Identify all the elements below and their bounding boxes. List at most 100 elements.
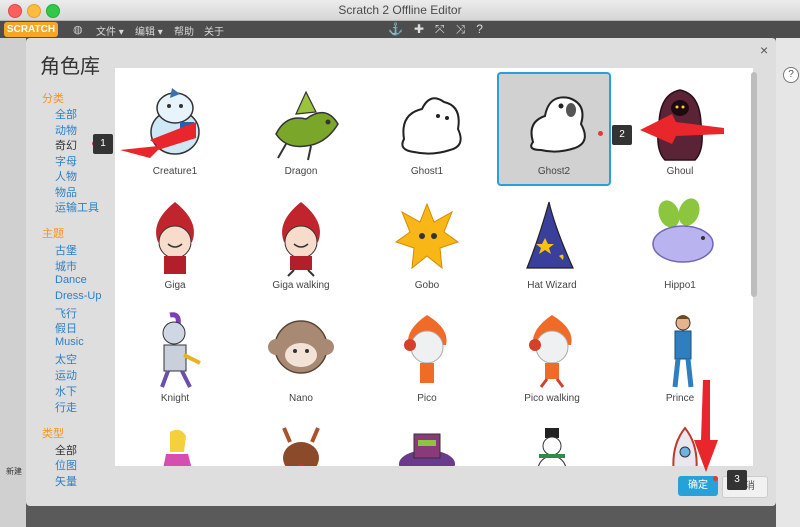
title-bar: Scratch 2 Offline Editor bbox=[0, 0, 800, 21]
sprite-tile-hippo1[interactable]: Hippo1 bbox=[625, 188, 735, 298]
sprite-tile-rocket[interactable] bbox=[625, 414, 735, 466]
theme-sports[interactable]: 运动 bbox=[55, 367, 77, 383]
theme-underwater[interactable]: 水下 bbox=[55, 383, 77, 399]
category-animals[interactable]: 动物 bbox=[55, 122, 77, 138]
nano-thumbnail-icon bbox=[268, 320, 334, 374]
annotation-badge-1: 1 bbox=[93, 134, 113, 154]
theme-space[interactable]: 太空 bbox=[55, 351, 77, 367]
sprite-name: Giga bbox=[164, 280, 186, 291]
category-heading: 分类 bbox=[42, 93, 64, 105]
sprite-grid: Creature1 Dragon Ghost1 Ghost2 Ghoul Gig… bbox=[115, 68, 753, 466]
sprite-name: Prince bbox=[665, 393, 695, 404]
dragon-thumbnail-icon bbox=[275, 90, 339, 161]
gobo-thumbnail-icon bbox=[394, 202, 460, 270]
type-vector[interactable]: 矢量 bbox=[55, 473, 77, 489]
sprite-name: Ghost2 bbox=[537, 166, 571, 177]
ghost2-thumbnail-icon bbox=[530, 96, 586, 153]
category-all[interactable]: 全部 bbox=[55, 106, 77, 122]
annotation-badge-2: 2 bbox=[612, 125, 632, 145]
sprite-tile-princess[interactable] bbox=[120, 414, 230, 466]
type-heading: 类型 bbox=[42, 428, 64, 440]
annotation-badge-3: 3 bbox=[727, 470, 747, 490]
sprite-tile-pico[interactable]: Pico bbox=[372, 301, 482, 411]
sprite-tile-knight[interactable]: Knight bbox=[120, 301, 230, 411]
category-transportation[interactable]: 运输工具 bbox=[55, 199, 99, 215]
sprite-name: Pico walking bbox=[524, 393, 580, 404]
sprite-tile-gobo[interactable]: Gobo bbox=[372, 188, 482, 298]
theme-heading: 主题 bbox=[42, 228, 64, 240]
category-fantasy[interactable]: 奇幻 bbox=[55, 137, 77, 153]
menu-edit[interactable]: 编辑 ▾ bbox=[135, 23, 163, 38]
theme-dance[interactable]: Dance bbox=[55, 274, 87, 286]
ghoul-thumbnail-icon bbox=[657, 89, 703, 161]
sprite-name: Hat Wizard bbox=[527, 280, 577, 291]
sprite-tile-ghost2[interactable]: Ghost2 bbox=[497, 72, 611, 186]
theme-castle[interactable]: 古堡 bbox=[55, 242, 77, 258]
sprite-tile-reindeer[interactable] bbox=[246, 414, 356, 466]
close-icon[interactable]: × bbox=[760, 42, 768, 58]
sprite-name: Ghost1 bbox=[410, 166, 444, 177]
sprite-tile-dragon[interactable]: Dragon bbox=[246, 74, 356, 184]
category-letters[interactable]: 字母 bbox=[55, 153, 77, 169]
annotation-dot-2 bbox=[598, 131, 603, 136]
reindeer-thumbnail-icon bbox=[282, 427, 320, 466]
menu-file[interactable]: 文件 ▾ bbox=[96, 23, 124, 38]
theme-music[interactable]: Music bbox=[55, 336, 84, 348]
sprite-tile-prince[interactable]: Prince bbox=[625, 301, 735, 411]
category-people[interactable]: 人物 bbox=[55, 168, 77, 184]
toolbar-icons[interactable]: ⚓✚⤧⤨? bbox=[388, 22, 494, 37]
theme-holiday[interactable]: 假日 bbox=[55, 320, 77, 336]
ghost1-thumbnail-icon bbox=[401, 97, 462, 155]
sprite-name: Knight bbox=[160, 393, 190, 404]
sprite-tile-hat-wizard[interactable]: Hat Wizard bbox=[497, 188, 607, 298]
rocket-thumbnail-icon bbox=[672, 426, 698, 466]
sprite-grid-scrollbar[interactable] bbox=[751, 72, 757, 297]
sprite-tile-ghost1[interactable]: Ghost1 bbox=[372, 74, 482, 184]
sprite-name: Pico bbox=[417, 393, 437, 404]
sprite-name: Gobo bbox=[414, 280, 440, 291]
sprite-tile-giga[interactable]: Giga bbox=[120, 188, 230, 298]
sprite-tile-ghoul[interactable]: Ghoul bbox=[625, 74, 735, 184]
globe-icon[interactable]: ◍ bbox=[73, 23, 83, 36]
pico-walking-thumbnail-icon bbox=[529, 315, 572, 388]
theme-walking[interactable]: 行走 bbox=[55, 399, 77, 415]
sprite-tile-pico-walking[interactable]: Pico walking bbox=[497, 301, 607, 411]
sprite-name: Creature1 bbox=[152, 166, 198, 177]
dialog-title: 角色库 bbox=[40, 56, 100, 78]
giga-walking-thumbnail-icon bbox=[282, 202, 320, 277]
menu-about[interactable]: 关于 bbox=[204, 23, 224, 38]
window-title: Scratch 2 Offline Editor bbox=[338, 3, 462, 17]
theme-flying[interactable]: 飞行 bbox=[55, 305, 77, 321]
sprite-tile-nano[interactable]: Nano bbox=[246, 301, 356, 411]
type-bitmap[interactable]: 位图 bbox=[55, 457, 77, 473]
sprite-name: Ghoul bbox=[666, 166, 694, 177]
snowman-thumbnail-icon bbox=[538, 428, 566, 466]
creature1-thumbnail-icon bbox=[150, 88, 200, 155]
theme-dress-up[interactable]: Dress-Up bbox=[55, 290, 101, 302]
sprite-name: Dragon bbox=[284, 166, 318, 177]
knight-thumbnail-icon bbox=[160, 312, 201, 388]
scripts-panel-edge bbox=[776, 38, 800, 527]
sprite-tile-robot[interactable] bbox=[372, 414, 482, 466]
sprite-tile-giga-walking[interactable]: Giga walking bbox=[246, 188, 356, 298]
robot-thumbnail-icon bbox=[399, 433, 455, 466]
menu-bar: SCRATCH ◍ 文件 ▾ 编辑 ▾ 帮助 关于 ⚓✚⤧⤨? bbox=[0, 21, 800, 38]
category-things[interactable]: 物品 bbox=[55, 184, 77, 200]
sprite-name: Nano bbox=[289, 393, 313, 404]
annotation-dot-3 bbox=[713, 476, 718, 481]
hippo1-thumbnail-icon bbox=[652, 198, 714, 263]
giga-thumbnail-icon bbox=[156, 202, 194, 274]
stage-panel-edge bbox=[0, 38, 26, 527]
theme-city[interactable]: 城市 bbox=[55, 258, 77, 274]
scratch-logo: SCRATCH bbox=[4, 22, 58, 37]
help-icon[interactable]: ? bbox=[783, 67, 799, 83]
sprite-tile-snowman[interactable] bbox=[497, 414, 607, 466]
princess-thumbnail-icon bbox=[163, 429, 192, 466]
sprite-tile-creature1[interactable]: Creature1 bbox=[120, 74, 230, 184]
ok-button[interactable]: 确定 bbox=[678, 476, 718, 496]
type-all[interactable]: 全部 bbox=[55, 442, 77, 458]
prince-thumbnail-icon bbox=[672, 315, 694, 388]
sprite-name: Hippo1 bbox=[664, 280, 696, 291]
menu-help[interactable]: 帮助 bbox=[174, 23, 194, 38]
new-sprite-label: 新建 bbox=[6, 467, 22, 476]
